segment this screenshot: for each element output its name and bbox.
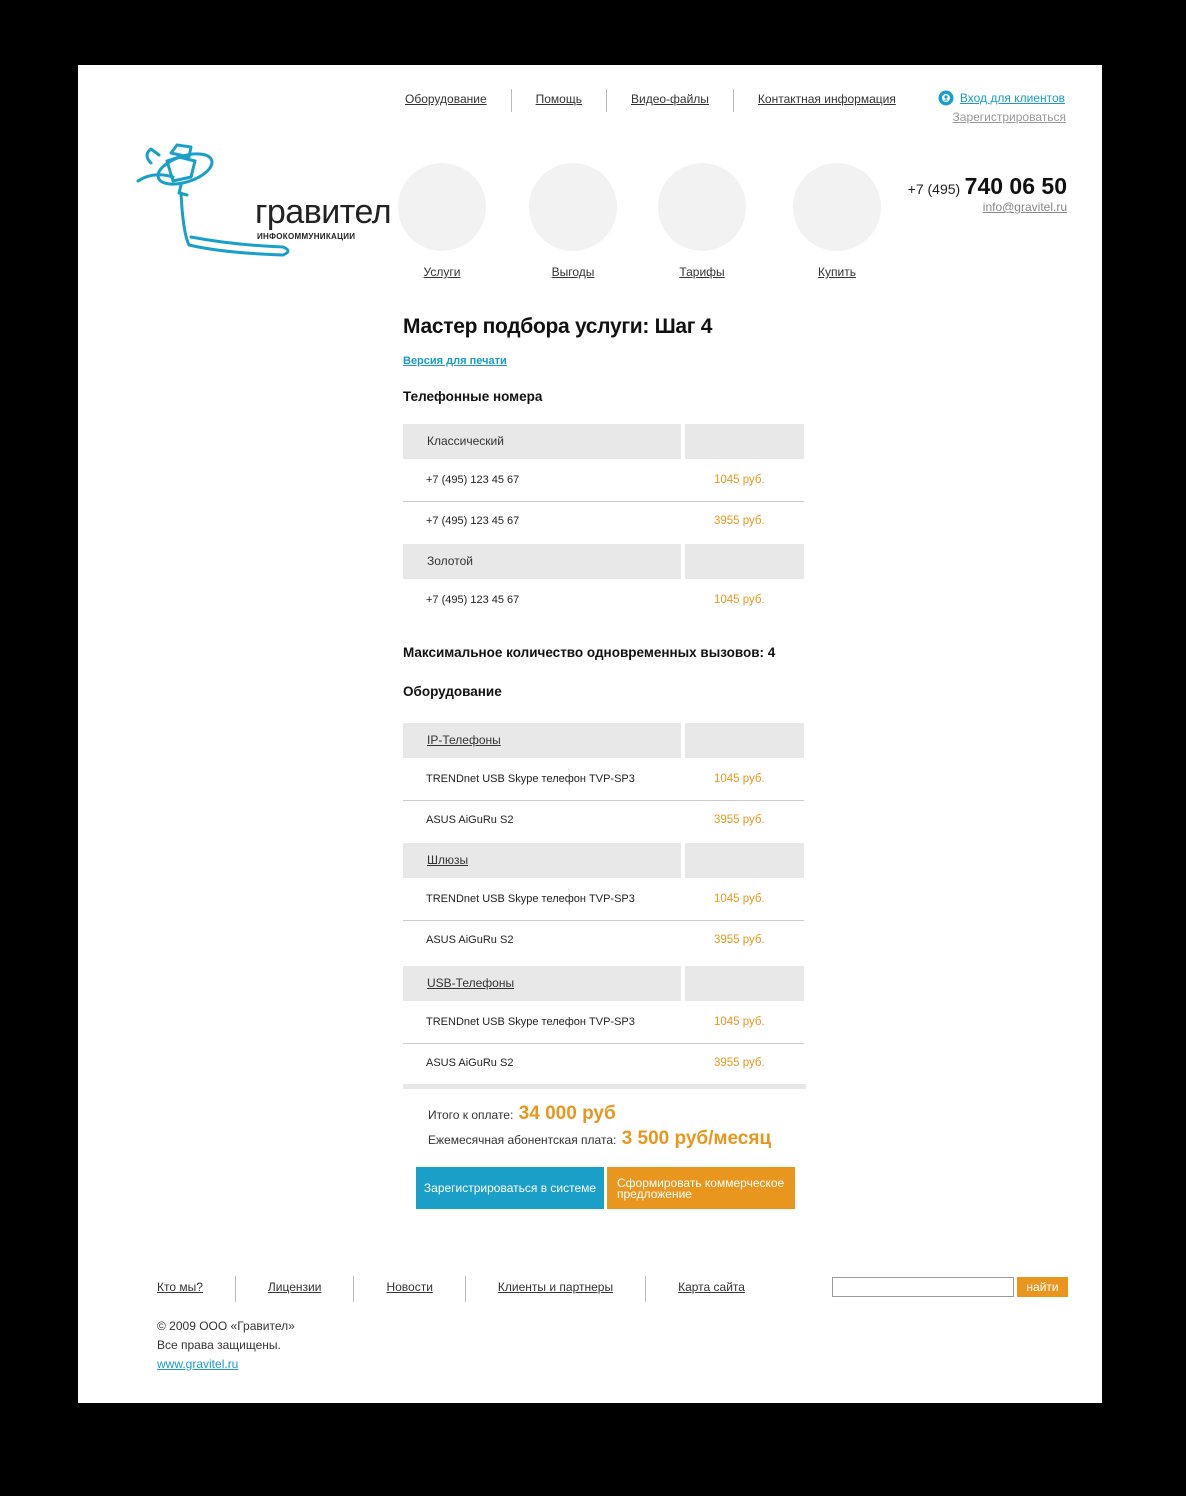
item-price: 3955 руб.: [714, 813, 765, 826]
category-header: IP-Телефоны: [403, 723, 806, 758]
monthly-value: 3 500 руб/месяц: [621, 1128, 772, 1149]
table-row: +7 (495) 123 45 67 1045 руб.: [403, 579, 804, 621]
top-nav: Оборудование Помощь Видео-файлы Контактн…: [404, 89, 920, 112]
services-icon: [398, 163, 486, 251]
email-link[interactable]: info@gravitel.ru: [908, 200, 1067, 214]
buy-icon: [793, 163, 881, 251]
table-row: TRENDnet USB Skype телефон TVP-SP3 1045 …: [403, 878, 804, 920]
phone-number: 740 06 50: [964, 173, 1067, 199]
table-row: ASUS AiGuRu S2 3955 руб.: [403, 920, 804, 958]
table-row: +7 (495) 123 45 67 1045 руб.: [403, 459, 804, 501]
category-header: Шлюзы: [403, 843, 806, 878]
page-title: Мастер подбора услуги: Шаг 4: [403, 315, 713, 338]
item-name: ASUS AiGuRu S2: [426, 1056, 514, 1069]
footer-news[interactable]: Новости: [386, 1280, 432, 1294]
nav-contacts[interactable]: Контактная информация: [758, 92, 896, 106]
menu-benefits[interactable]: Выгоды: [529, 163, 617, 279]
table-row: ASUS AiGuRu S2 3955 руб.: [403, 1043, 804, 1081]
footer-about[interactable]: Кто мы?: [157, 1280, 203, 1294]
item-price: 1045 руб.: [714, 773, 765, 785]
numbers-table: Классический +7 (495) 123 45 67 1045 руб…: [403, 424, 806, 621]
category-header: Золотой: [403, 544, 806, 579]
commercial-offer-button[interactable]: Сформировать коммерческое предложение: [607, 1167, 795, 1209]
main-content: Мастер подбора услуги: Шаг 4 Версия для …: [403, 315, 806, 1209]
item-price: 1045 руб.: [714, 1016, 765, 1028]
search-input[interactable]: [832, 1277, 1014, 1297]
item-price: 1045 руб.: [714, 594, 765, 606]
brand-subtitle: ИНФОКОММУНИКАЦИИ: [257, 232, 356, 241]
search-form: найти: [832, 1277, 1068, 1297]
category-header: Классический: [403, 424, 806, 459]
category-header: USB-Телефоны: [403, 966, 806, 1001]
item-name: +7 (495) 123 45 67: [426, 474, 520, 486]
item-name: TRENDnet USB Skype телефон TVP-SP3: [426, 773, 635, 785]
item-price: 1045 руб.: [714, 893, 765, 905]
logo[interactable]: гравител ИНФОКОММУНИКАЦИИ: [133, 133, 392, 263]
equipment-table: IP-Телефоны TRENDnet USB Skype телефон T…: [403, 723, 806, 1081]
page: Оборудование Помощь Видео-файлы Контактн…: [78, 65, 1102, 1403]
numbers-heading: Телефонные номера: [403, 389, 543, 404]
menu-label[interactable]: Купить: [793, 265, 881, 279]
category-name: Классический: [403, 424, 681, 459]
item-price: 3955 руб.: [714, 933, 765, 946]
search-button[interactable]: найти: [1017, 1277, 1068, 1297]
item-name: +7 (495) 123 45 67: [426, 514, 520, 527]
print-version-link[interactable]: Версия для печати: [403, 355, 806, 367]
item-name: ASUS AiGuRu S2: [426, 933, 514, 946]
nav-videos[interactable]: Видео-файлы: [631, 92, 709, 106]
login-link[interactable]: Вход для клиентов: [960, 91, 1065, 105]
phone-code: +7 (495): [907, 181, 961, 197]
item-name: ASUS AiGuRu S2: [426, 813, 514, 826]
category-link[interactable]: Шлюзы: [427, 853, 468, 867]
action-buttons: Зарегистрироваться в системе Сформироват…: [416, 1167, 806, 1209]
table-row: +7 (495) 123 45 67 3955 руб.: [403, 501, 804, 539]
nav-equipment[interactable]: Оборудование: [405, 92, 487, 106]
item-price: 3955 руб.: [714, 514, 765, 527]
total-line: Итого к оплате: 34 000 руб: [403, 1103, 806, 1128]
nav-help[interactable]: Помощь: [536, 92, 582, 106]
table-row: TRENDnet USB Skype телефон TVP-SP3 1045 …: [403, 1001, 804, 1043]
menu-tariffs[interactable]: Тарифы: [658, 163, 746, 279]
menu-label[interactable]: Выгоды: [529, 265, 617, 279]
footer-licenses[interactable]: Лицензии: [268, 1280, 322, 1294]
menu-buy[interactable]: Купить: [793, 163, 881, 279]
footer-clients[interactable]: Клиенты и партнеры: [498, 1280, 613, 1294]
tariffs-icon: [658, 163, 746, 251]
item-price: 1045 руб.: [714, 474, 765, 486]
category-link[interactable]: USB-Телефоны: [427, 976, 514, 990]
footer-sitemap[interactable]: Карта сайта: [678, 1280, 745, 1294]
user-icon: [938, 90, 954, 106]
table-row: TRENDnet USB Skype телефон TVP-SP3 1045 …: [403, 758, 804, 800]
category-link[interactable]: IP-Телефоны: [427, 733, 501, 747]
category-name: Золотой: [403, 544, 681, 579]
copyright: © 2009 ООО «Гравител»: [157, 1319, 295, 1333]
menu-services[interactable]: Услуги: [398, 163, 486, 279]
table-row: ASUS AiGuRu S2 3955 руб.: [403, 800, 804, 838]
copyright-block: © 2009 ООО «Гравител» Все права защищены…: [157, 1317, 295, 1374]
item-name: TRENDnet USB Skype телефон TVP-SP3: [426, 893, 635, 905]
register-button[interactable]: Зарегистрироваться в системе: [416, 1167, 604, 1209]
menu-label[interactable]: Услуги: [398, 265, 486, 279]
rights: Все права защищены.: [157, 1338, 281, 1352]
item-name: +7 (495) 123 45 67: [426, 594, 520, 606]
benefits-icon: [529, 163, 617, 251]
contact-phone: +7 (495) 740 06 50 info@gravitel.ru: [908, 173, 1067, 214]
monthly-line: Ежемесячная абонентская плата: 3 500 руб…: [403, 1128, 806, 1153]
brand-name: гравител: [255, 193, 392, 231]
menu-label[interactable]: Тарифы: [658, 265, 746, 279]
equipment-heading: Оборудование: [403, 684, 502, 699]
total-label: Итого к оплате:: [428, 1108, 514, 1122]
item-price: 3955 руб.: [714, 1056, 765, 1069]
register-link[interactable]: Зарегистрироваться: [953, 110, 1066, 124]
totals: Итого к оплате: 34 000 руб Ежемесячная а…: [403, 1084, 806, 1153]
total-value: 34 000 руб: [518, 1103, 616, 1124]
login-block: Вход для клиентов: [938, 90, 1065, 106]
site-link[interactable]: www.gravitel.ru: [157, 1355, 295, 1374]
item-name: TRENDnet USB Skype телефон TVP-SP3: [426, 1016, 635, 1028]
monthly-label: Ежемесячная абонентская плата:: [428, 1133, 617, 1147]
footer-nav: Кто мы? Лицензии Новости Клиенты и партн…: [157, 1276, 777, 1302]
max-calls: Максимальное количество одновременных вы…: [403, 645, 776, 660]
